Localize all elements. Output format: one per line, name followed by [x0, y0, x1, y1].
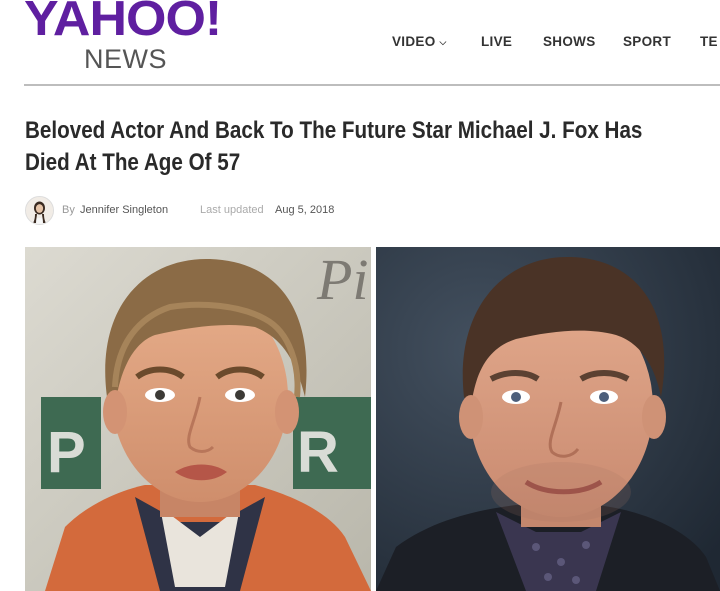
yahoo-news-logo[interactable]: YAHOO! NEWS	[24, 0, 222, 74]
older-actor-illustration	[376, 247, 720, 591]
nav-item-label: TE	[700, 34, 718, 49]
nav-item-live[interactable]: LIVE	[481, 34, 512, 49]
article-headline: Beloved Actor And Back To The Future Sta…	[25, 115, 704, 179]
nav-item-shows[interactable]: SHOWS	[543, 34, 596, 49]
young-actor-illustration: P R Pi	[25, 247, 371, 591]
nav-item-label: VIDEO	[392, 34, 436, 49]
older-actor-photo[interactable]	[376, 247, 720, 591]
svg-text:P: P	[47, 420, 86, 485]
svg-text:Pi: Pi	[316, 247, 369, 312]
nav-item-sport[interactable]: SPORT	[623, 34, 671, 49]
chevron-down-icon: ⌵	[439, 37, 447, 47]
nav-item-label: SHOWS	[543, 34, 596, 49]
logo-section: NEWS	[84, 44, 167, 74]
author-avatar-image	[26, 197, 53, 224]
author-name[interactable]: Jennifer Singleton	[80, 204, 168, 216]
nav-item-video[interactable]: VIDEO ⌵	[392, 34, 447, 49]
header-divider	[24, 84, 720, 86]
headline-line-1: Beloved Actor And Back To The Future Sta…	[25, 117, 643, 144]
logo-wordmark: YAHOO!	[24, 0, 222, 47]
young-actor-photo[interactable]: P R Pi	[25, 247, 371, 591]
nav-item-label: LIVE	[481, 34, 513, 49]
author-avatar[interactable]	[25, 196, 54, 225]
nav-item-te[interactable]: TE	[700, 34, 718, 49]
headline-line-2: Died At The Age Of 57	[25, 149, 241, 176]
nav-item-label: SPORT	[623, 34, 672, 49]
site-header: YAHOO! NEWS VIDEO ⌵ LIVE SHOWS SPORT TE	[0, 0, 720, 86]
last-updated-label: Last updated	[200, 204, 264, 216]
byline-by: By	[62, 204, 75, 216]
last-updated-date: Aug 5, 2018	[275, 204, 335, 216]
svg-text:R: R	[297, 420, 339, 485]
